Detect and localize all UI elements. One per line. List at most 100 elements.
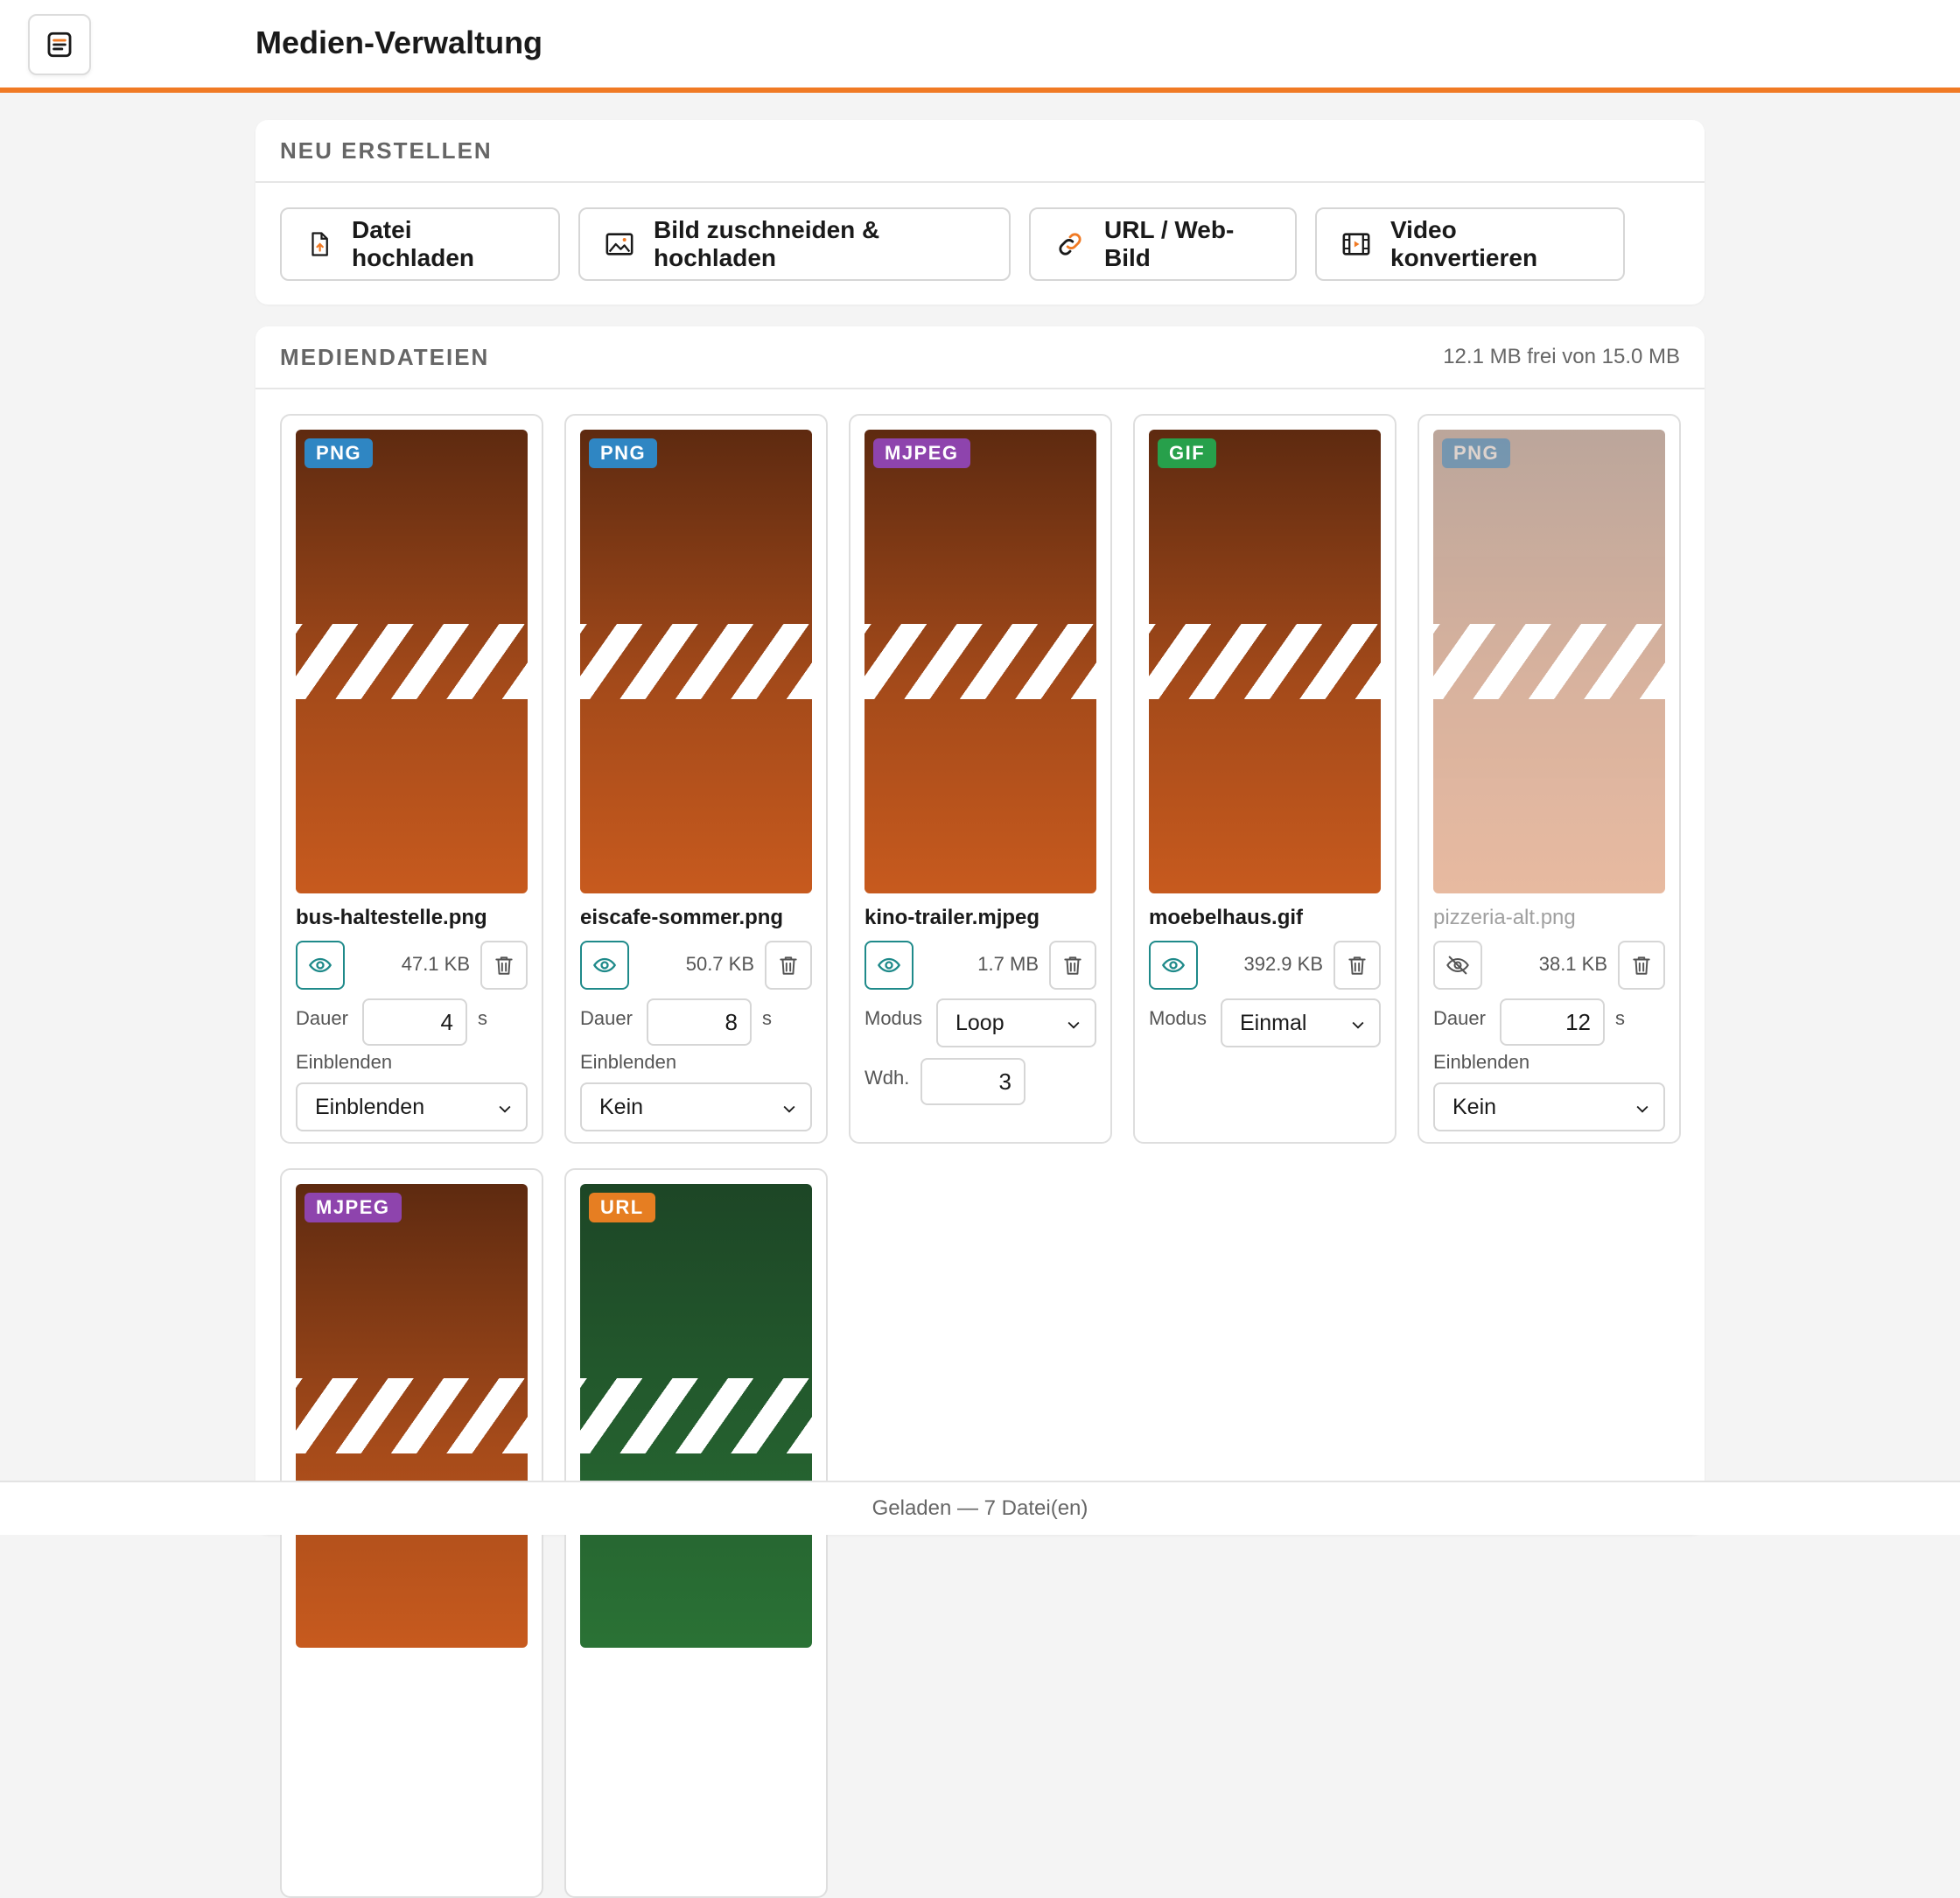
media-card: MJPEG kino-trailer.mjpeg 1.7 MB Modus Lo… bbox=[849, 414, 1112, 1144]
media-thumbnail[interactable] bbox=[296, 1184, 528, 1648]
create-panel-header: NEU ERSTELLEN bbox=[256, 120, 1704, 183]
media-thumbnail[interactable] bbox=[580, 430, 812, 893]
fade-select-value: Kein bbox=[1452, 1095, 1497, 1119]
visibility-toggle[interactable] bbox=[1149, 941, 1198, 990]
media-card: GIF moebelhaus.gif 392.9 KB Modus Einmal bbox=[1133, 414, 1396, 1144]
duration-unit: s bbox=[1615, 1007, 1625, 1029]
duration-unit: s bbox=[478, 1007, 487, 1029]
status-bar: Geladen — 7 Datei(en) bbox=[0, 1481, 1960, 1535]
media-thumbnail[interactable] bbox=[580, 1184, 812, 1648]
mode-select[interactable]: Loop bbox=[936, 998, 1096, 1047]
convert-video-button[interactable]: Video konvertieren bbox=[1315, 207, 1625, 281]
eye-icon bbox=[1161, 957, 1186, 973]
trash-icon bbox=[1064, 956, 1082, 975]
repeat-input[interactable]: 3 bbox=[920, 1058, 1026, 1105]
visibility-toggle[interactable] bbox=[1433, 941, 1482, 990]
create-panel-title: NEU ERSTELLEN bbox=[280, 137, 493, 164]
file-name: eiscafe-sommer.png bbox=[580, 906, 784, 929]
duration-input[interactable]: 8 bbox=[647, 998, 752, 1046]
app-header: Medien-Verwaltung bbox=[0, 0, 1960, 93]
trash-icon bbox=[495, 956, 513, 975]
duration-unit: s bbox=[762, 1007, 772, 1029]
type-badge: MJPEG bbox=[873, 438, 970, 468]
type-badge: GIF bbox=[1158, 438, 1217, 468]
chevron-down-icon bbox=[1636, 1105, 1648, 1113]
fade-select[interactable]: Einblenden bbox=[296, 1082, 528, 1131]
duration-label: Dauer bbox=[296, 1007, 348, 1029]
mode-select-value: Einmal bbox=[1240, 1011, 1307, 1035]
fade-select[interactable]: Kein bbox=[580, 1082, 812, 1131]
link-icon bbox=[1059, 233, 1082, 256]
duration-input[interactable]: 12 bbox=[1500, 998, 1605, 1046]
visibility-toggle[interactable] bbox=[296, 941, 345, 990]
type-badge: MJPEG bbox=[304, 1193, 402, 1222]
create-panel: NEU ERSTELLEN Datei hochladen Bild zusch… bbox=[256, 120, 1704, 305]
mode-select-value: Loop bbox=[956, 1011, 1004, 1035]
crop-upload-button[interactable]: Bild zuschneiden & hochladen bbox=[578, 207, 1011, 281]
delete-button[interactable] bbox=[1049, 941, 1096, 990]
fade-label: Einblenden bbox=[296, 1051, 393, 1073]
media-panel-title: MEDIENDATEIEN bbox=[280, 343, 490, 370]
url-image-button[interactable]: URL / Web-Bild bbox=[1029, 207, 1297, 281]
visibility-toggle[interactable] bbox=[864, 941, 914, 990]
url-image-label: URL / Web-Bild bbox=[1104, 216, 1235, 271]
menu-icon bbox=[47, 32, 72, 58]
fade-select-value: Einblenden bbox=[315, 1095, 425, 1119]
media-thumbnail[interactable] bbox=[1433, 430, 1665, 893]
upload-file-label: Datei hochladen bbox=[352, 216, 475, 271]
media-card: PNG pizzeria-alt.png 38.1 KB Dauer 12 s … bbox=[1418, 414, 1681, 1144]
file-name: moebelhaus.gif bbox=[1149, 906, 1304, 929]
fade-select-value: Kein bbox=[599, 1095, 644, 1119]
media-panel: MEDIENDATEIEN 12.1 MB frei von 15.0 MB P… bbox=[256, 326, 1704, 1898]
eye-icon bbox=[877, 957, 901, 973]
fade-select[interactable]: Kein bbox=[1433, 1082, 1665, 1131]
media-panel-header: MEDIENDATEIEN 12.1 MB frei von 15.0 MB bbox=[256, 326, 1704, 389]
visibility-toggle[interactable] bbox=[580, 941, 629, 990]
image-crop-icon bbox=[606, 233, 634, 256]
delete-button[interactable] bbox=[1618, 941, 1665, 990]
eye-icon bbox=[308, 957, 332, 973]
repeat-label: Wdh. bbox=[864, 1067, 910, 1089]
file-size: 392.9 KB bbox=[1243, 953, 1323, 975]
duration-label: Dauer bbox=[580, 1007, 633, 1029]
trash-icon bbox=[1348, 956, 1366, 975]
file-size: 50.7 KB bbox=[685, 953, 754, 975]
duration-label: Dauer bbox=[1433, 1007, 1486, 1029]
chevron-down-icon bbox=[1068, 1021, 1080, 1029]
type-badge: URL bbox=[589, 1193, 655, 1222]
delete-button[interactable] bbox=[1334, 941, 1381, 990]
mode-select[interactable]: Einmal bbox=[1221, 998, 1381, 1047]
fade-label: Einblenden bbox=[580, 1051, 677, 1073]
crop-upload-label: Bild zuschneiden & hochladen bbox=[654, 216, 880, 271]
mode-label: Modus bbox=[864, 1007, 923, 1029]
type-badge: PNG bbox=[1442, 438, 1511, 468]
fade-label: Einblenden bbox=[1433, 1051, 1530, 1073]
file-size: 47.1 KB bbox=[401, 953, 470, 975]
chevron-down-icon bbox=[499, 1105, 511, 1113]
duration-input[interactable]: 4 bbox=[362, 998, 467, 1046]
mode-label: Modus bbox=[1149, 1007, 1208, 1029]
file-name: kino-trailer.mjpeg bbox=[864, 906, 1040, 929]
storage-info: 12.1 MB frei von 15.0 MB bbox=[1443, 345, 1680, 368]
menu-button[interactable] bbox=[28, 14, 91, 75]
convert-video-label: Video konvertieren bbox=[1390, 216, 1538, 271]
trash-icon bbox=[780, 956, 797, 975]
chevron-down-icon bbox=[783, 1105, 795, 1113]
film-icon bbox=[1342, 233, 1370, 256]
media-thumbnail[interactable] bbox=[296, 430, 528, 893]
file-size: 1.7 MB bbox=[977, 953, 1039, 975]
type-badge: PNG bbox=[304, 438, 374, 468]
media-thumbnail[interactable] bbox=[864, 430, 1096, 893]
media-card: PNG bus-haltestelle.png 47.1 KB Dauer 4 … bbox=[280, 414, 543, 1144]
file-name: bus-haltestelle.png bbox=[296, 906, 487, 929]
type-badge: PNG bbox=[589, 438, 658, 468]
media-thumbnail[interactable] bbox=[1149, 430, 1381, 893]
file-name: pizzeria-alt.png bbox=[1433, 906, 1576, 929]
delete-button[interactable] bbox=[480, 941, 528, 990]
eye-icon bbox=[592, 957, 617, 973]
page-title: Medien-Verwaltung bbox=[256, 25, 543, 60]
trash-icon bbox=[1633, 956, 1650, 975]
chevron-down-icon bbox=[1352, 1021, 1364, 1029]
delete-button[interactable] bbox=[765, 941, 812, 990]
upload-file-button[interactable]: Datei hochladen bbox=[280, 207, 560, 281]
